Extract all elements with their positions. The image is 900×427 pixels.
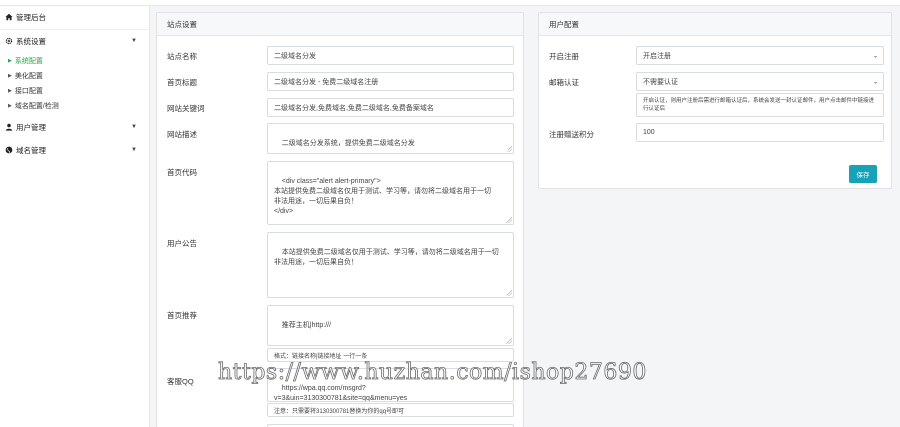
email-verify-help: 开启认证，则用户注册后需进行邮箱认证后，系统会发送一封认证邮件，用户点击邮件中链… — [636, 93, 884, 117]
panel-title: 用户配置 — [539, 13, 891, 36]
register-label: 开启注册 — [549, 52, 579, 61]
sidebar-item-user-management[interactable]: 用户管理 ▼ — [0, 116, 149, 139]
home-icon — [5, 13, 13, 23]
notice-label: 用户公告 — [167, 239, 197, 248]
sidebar-menu: 系统设置 ▼ ▶ 系统配置 ▶ 美化配置 ▶ 接口配置 ▶ 域名配置/检测 用户… — [0, 30, 149, 162]
sidebar-item-label: 系统设置 — [16, 37, 46, 46]
service-qq-label: 客服QQ — [167, 377, 194, 386]
home-code-textarea[interactable]: <div class="alert alert-primary"> 本站提供免费… — [267, 161, 514, 225]
gear-icon — [5, 37, 13, 47]
service-qq-help: 注意：只需要将3130300781替换为你的qq号即可 — [267, 403, 514, 417]
site-name-label: 站点名称 — [167, 52, 197, 61]
sidebar-subitem-domain-config[interactable]: ▶ 域名配置/检测 — [8, 98, 149, 113]
resize-handle-icon[interactable] — [506, 217, 512, 223]
caret-right-icon: ▶ — [8, 72, 12, 79]
home-title-label: 首页标题 — [167, 78, 197, 87]
brand-label: 管理后台 — [16, 13, 46, 22]
resize-handle-icon[interactable] — [506, 338, 512, 344]
register-points-input[interactable]: 100 — [636, 123, 884, 142]
home-title-input[interactable]: 二级域名分发 - 免费二级域名注册 — [267, 72, 514, 91]
sidebar-item-domain-management[interactable]: 域名管理 ▼ — [0, 139, 149, 162]
email-verify-label: 邮箱认证 — [549, 78, 579, 87]
caret-right-icon: ▶ — [8, 102, 12, 109]
user-config-panel: 用户配置 开启注册 开启注册 ⌄ 邮箱认证 不需要认证 ⌄ 开启认证，则用户注册… — [538, 12, 892, 189]
user-icon — [5, 123, 13, 133]
subitem-label: 美化配置 — [14, 72, 43, 80]
home-recommend-label: 首页推荐 — [167, 311, 197, 320]
subitem-label: 接口配置 — [14, 87, 43, 95]
description-text: 二级域名分发系统，提供免费二级域名分发 — [281, 140, 415, 147]
sidebar-subitem-system-config[interactable]: ▶ 系统配置 — [8, 53, 149, 68]
keywords-input[interactable]: 二级域名分发,免费域名,免费二级域名,免费备案域名 — [267, 98, 514, 117]
caret-right-icon: ▶ — [8, 57, 12, 64]
home-code-text: <div class="alert alert-primary"> 本站提供免费… — [274, 178, 491, 215]
subitem-label: 域名配置/检测 — [14, 102, 59, 110]
notice-textarea[interactable]: 本站提供免费二级域名仅用于测试、学习等，请勿将二级域名用于一切 非法用途，一切后… — [267, 232, 514, 298]
keywords-label: 网站关键词 — [167, 104, 205, 113]
chevron-down-icon: ⌄ — [872, 79, 878, 85]
site-name-input[interactable]: 二级域名分发 — [267, 46, 514, 65]
chevron-down-icon: ⌄ — [872, 53, 878, 59]
sidebar-item-system-settings[interactable]: 系统设置 ▼ — [0, 30, 149, 53]
home-recommend-text: 推荐主机|http:/// — [281, 322, 332, 329]
watermark-text: https://www.huzhan.com/ishop27690 — [218, 360, 647, 386]
resize-handle-icon[interactable] — [506, 146, 512, 152]
chevron-down-icon: ▼ — [131, 38, 137, 44]
description-textarea[interactable]: 二级域名分发系统，提供免费二级域名分发 — [267, 123, 514, 154]
chevron-down-icon: ▼ — [131, 124, 137, 130]
register-value: 开启注册 — [643, 52, 671, 60]
save-button[interactable]: 保存 — [849, 165, 877, 183]
caret-right-icon: ▶ — [8, 87, 12, 94]
resize-handle-icon[interactable] — [506, 290, 512, 296]
subitem-label: 系统配置 — [14, 57, 43, 65]
sidebar-item-label: 用户管理 — [16, 123, 46, 132]
sidebar: 管理后台 系统设置 ▼ ▶ 系统配置 ▶ 美化配置 ▶ 接口配置 ▶ 域名配置/… — [0, 6, 150, 427]
email-verify-select[interactable]: 不需要认证 ⌄ — [636, 72, 884, 91]
chevron-down-icon: ▼ — [131, 147, 137, 153]
description-label: 网站描述 — [167, 130, 197, 139]
email-verify-value: 不需要认证 — [643, 78, 678, 86]
home-recommend-textarea[interactable]: 推荐主机|http:/// — [267, 305, 514, 346]
sidebar-subitem-theme-config[interactable]: ▶ 美化配置 — [8, 68, 149, 83]
panel-title: 站点设置 — [157, 13, 523, 36]
register-points-label: 注册赠送积分 — [549, 130, 594, 139]
sidebar-subitem-api-config[interactable]: ▶ 接口配置 — [8, 83, 149, 98]
home-code-label: 首页代码 — [167, 168, 197, 177]
system-settings-submenu: ▶ 系统配置 ▶ 美化配置 ▶ 接口配置 ▶ 域名配置/检测 — [0, 53, 149, 116]
notice-text: 本站提供免费二级域名仅用于测试、学习等，请勿将二级域名用于一切 非法用途，一切后… — [274, 249, 499, 266]
email-verify-help-text: 开启认证，则用户注册后需进行邮箱认证后，系统会发送一封认证邮件，用户点击邮件中链… — [643, 98, 875, 112]
service-qq-text: https://wpa.qq.com/msgrd? v=3&uin=313030… — [274, 385, 408, 402]
globe-icon — [5, 146, 13, 156]
register-select[interactable]: 开启注册 ⌄ — [636, 46, 884, 65]
sidebar-item-label: 域名管理 — [16, 146, 46, 155]
sidebar-brand[interactable]: 管理后台 — [0, 6, 149, 30]
